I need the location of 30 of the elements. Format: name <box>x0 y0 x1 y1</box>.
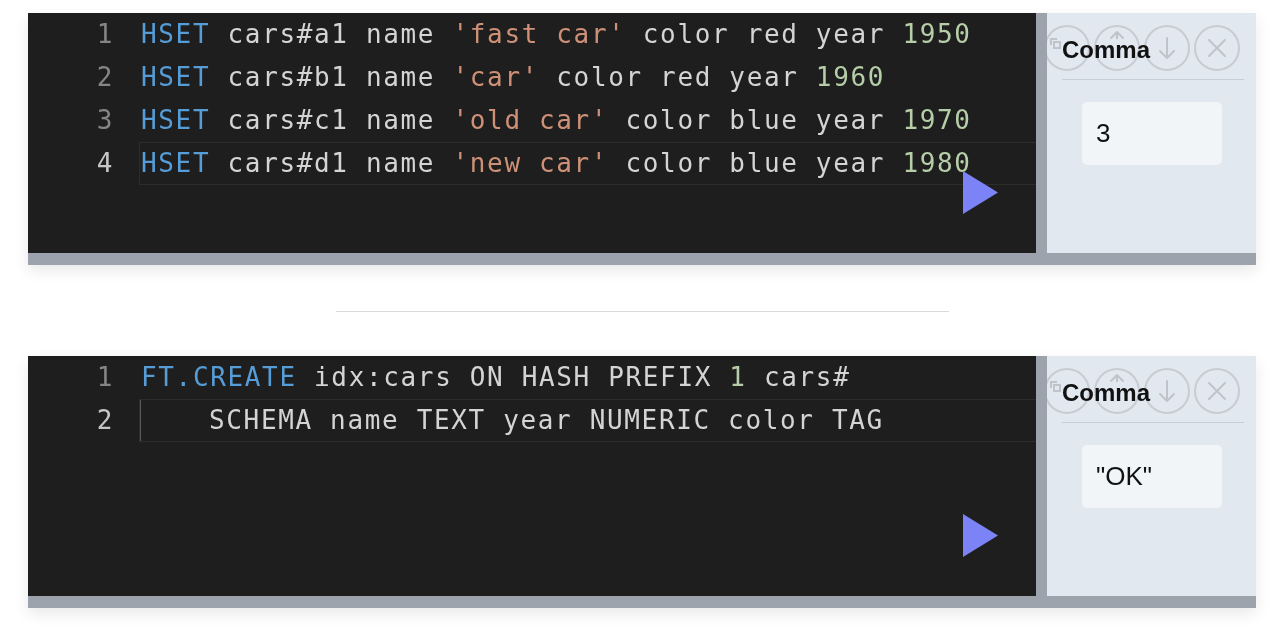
line-number: 1 <box>95 18 114 51</box>
code-line: HSET cars#c1 name 'old car' color blue year 1970 <box>141 104 972 137</box>
close-icon <box>1208 382 1226 400</box>
play-icon <box>963 171 998 214</box>
code-editor[interactable]: 1 HSET cars#a1 name 'fast car' color red year 1950 2 HSET cars#b1 name 'car' color red year 1960 3 HSET cars#c1 name 'old car' color blue year 1970 4 HSET cars#d1 name 'new car' color blue year 1980 <box>28 13 1036 253</box>
arrow-up-icon <box>1110 374 1124 382</box>
line-number: 2 <box>95 404 114 437</box>
arrow-down-icon <box>1159 37 1175 59</box>
arrow-down-icon <box>1159 380 1175 402</box>
code-line: HSET cars#b1 name 'car' color red year 1960 <box>141 61 886 94</box>
code-line: HSET cars#d1 name 'new car' color blue year 1980 <box>141 147 972 180</box>
line-number: 2 <box>95 61 114 94</box>
result-output: 3 <box>1082 102 1222 165</box>
code-editor[interactable]: 1 FT.CREATE idx:cars ON HASH PREFIX 1 cars# 2 SCHEMA name TEXT year NUMERIC color TAG <box>28 356 1036 596</box>
line-number: 4 <box>95 147 114 180</box>
line-number: 1 <box>95 361 114 394</box>
panel-title: Comma <box>1062 40 1151 60</box>
line-number: 3 <box>95 104 114 137</box>
copy-icon <box>1050 38 1061 49</box>
run-button[interactable] <box>963 171 998 214</box>
run-button[interactable] <box>963 514 998 557</box>
result-output: "OK" <box>1082 445 1222 508</box>
close-icon <box>1208 39 1226 57</box>
copy-icon <box>1050 381 1061 392</box>
code-line: FT.CREATE idx:cars ON HASH PREFIX 1 cars# <box>141 361 851 394</box>
play-icon <box>963 514 998 557</box>
panel-title: Comma <box>1062 383 1151 403</box>
code-line: SCHEMA name TEXT year NUMERIC color TAG <box>209 404 884 437</box>
code-line: HSET cars#a1 name 'fast car' color red year 1950 <box>141 18 972 51</box>
arrow-up-icon <box>1110 31 1124 39</box>
